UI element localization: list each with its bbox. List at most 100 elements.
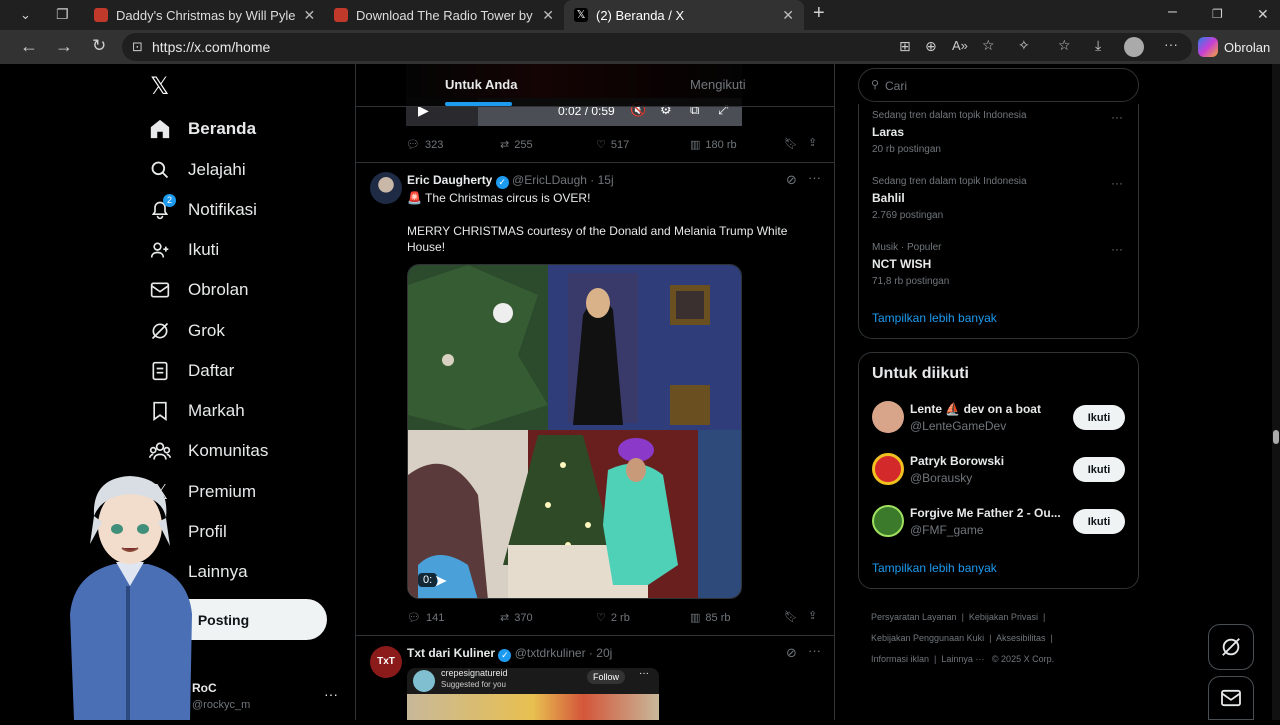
back-icon[interactable]: ← — [20, 37, 38, 55]
tab-for-you[interactable]: Untuk Anda — [445, 77, 517, 92]
x-logo-icon[interactable]: 𝕏 — [150, 75, 169, 99]
show-more-trends-link[interactable]: Tampilkan lebih banyak — [872, 311, 997, 325]
avatar[interactable] — [872, 453, 904, 485]
zoom-icon[interactable]: ⊕ — [925, 38, 937, 55]
tab-daddys-christmas[interactable]: Daddy's Christmas by Will Pyle ✕ — [84, 0, 324, 30]
restore-icon[interactable]: ❐ — [1212, 6, 1223, 22]
address-field[interactable]: ⊡ https://x.com/home ⊞ ⊕ A» ☆ ✧ ☆ ⤓ ··· — [122, 33, 1192, 61]
new-tab-icon[interactable]: + — [813, 3, 825, 23]
more-menu-icon[interactable]: ··· — [1164, 36, 1178, 52]
bookmark-icon[interactable]: 🔖︎ — [784, 610, 798, 623]
read-aloud-icon[interactable]: A» — [952, 38, 968, 53]
avatar[interactable]: TxT — [370, 646, 402, 678]
embed-follow-button[interactable]: Follow — [587, 670, 626, 684]
show-more-follow-link[interactable]: Tampilkan lebih banyak — [872, 561, 997, 575]
tab-radio-tower[interactable]: Download The Radio Tower by Zac ✕ — [324, 0, 564, 30]
footer-link[interactable]: Lainnya ··· — [941, 654, 984, 664]
author-name[interactable]: Eric Daugherty — [407, 173, 492, 187]
tweet-time[interactable]: 20j — [596, 646, 612, 660]
close-tab-icon[interactable]: ✕ — [303, 7, 315, 24]
nav-explore[interactable]: Jelajahi — [148, 154, 246, 186]
author-handle[interactable]: @txtdrkuliner — [515, 646, 586, 660]
avatar[interactable] — [872, 401, 904, 433]
timeline: ▶ 0:02 / 0:59 🔇 ⚙ ⧉ ⤢ Untuk Anda Mengiku… — [355, 64, 835, 720]
author-handle[interactable]: @EricLDaugh — [512, 173, 587, 187]
nav-notifications[interactable]: 2 Notifikasi — [148, 194, 257, 226]
minimize-icon[interactable]: – — [1168, 4, 1177, 20]
grok-fab[interactable] — [1208, 624, 1254, 670]
nav-follow[interactable]: Ikuti — [148, 234, 219, 266]
trend-item[interactable]: Sedang tren dalam topik Indonesia Laras … — [872, 110, 1027, 155]
footer-link[interactable]: Informasi iklan — [871, 654, 929, 664]
favorite-star-icon[interactable]: ☆ — [982, 37, 995, 54]
copilot-button[interactable]: Obrolan — [1198, 34, 1270, 60]
trend-item[interactable]: Musik · Populer NCT WISH 71,8 rb posting… — [872, 242, 949, 287]
trend-more-icon[interactable]: ··· — [1111, 242, 1123, 256]
views-action[interactable]: ▥ 180 rb — [690, 138, 737, 152]
workspaces-icon[interactable]: ❐ — [56, 6, 69, 22]
tab-actions-chevron-icon[interactable]: ⌄ — [20, 7, 31, 23]
follow-suggestion[interactable]: Lente ⛵ dev on a boat @LenteGameDev — [910, 402, 1041, 433]
footer-link[interactable]: Kebijakan Penggunaan Kuki — [871, 633, 984, 643]
profile-avatar-icon[interactable] — [1124, 37, 1144, 57]
tweet-video[interactable]: 0: ➤ — [407, 264, 742, 599]
scrollbar-thumb[interactable] — [1273, 430, 1279, 444]
footer-link[interactable]: Aksesibilitas — [996, 633, 1046, 643]
tab-following[interactable]: Mengikuti — [690, 77, 746, 92]
messages-fab[interactable] — [1208, 676, 1254, 720]
close-window-icon[interactable]: ✕ — [1257, 6, 1269, 22]
follow-button[interactable]: Ikuti — [1073, 509, 1125, 534]
avatar[interactable] — [872, 505, 904, 537]
tab-title: (2) Beranda / X — [596, 7, 685, 23]
extensions-icon[interactable]: ✧ — [1018, 37, 1030, 54]
author-name[interactable]: Txt dari Kuliner — [407, 646, 495, 660]
nav-messages[interactable]: Obrolan — [148, 274, 248, 306]
downloads-icon[interactable]: ⤓ — [1095, 37, 1101, 54]
reload-icon[interactable]: ↻ — [92, 37, 106, 54]
account-switcher[interactable]: RoC @rockyc_m — [192, 681, 250, 711]
trend-more-icon[interactable]: ··· — [1111, 176, 1123, 190]
embedded-post[interactable]: crepesignatureid Suggested for you Follo… — [407, 668, 659, 720]
nav-grok[interactable]: Grok — [148, 315, 225, 347]
more-options-icon[interactable]: ··· — [808, 170, 821, 185]
tab-beranda-x[interactable]: 𝕏 (2) Beranda / X ✕ — [564, 0, 804, 30]
apps-icon[interactable]: ⊞ — [899, 38, 911, 55]
tweet-time[interactable]: 15j — [598, 173, 614, 187]
favorites-icon[interactable]: ☆ — [1058, 37, 1071, 54]
trend-more-icon[interactable]: ··· — [1111, 110, 1123, 124]
avatar[interactable] — [370, 172, 402, 204]
close-tab-icon[interactable]: ✕ — [542, 7, 554, 24]
follow-suggestion[interactable]: Forgive Me Father 2 - Ou... @FMF_game — [910, 506, 1061, 537]
reply-action[interactable]: 💬︎ 141 — [407, 611, 444, 625]
share-icon[interactable]: ⇪ — [808, 136, 817, 149]
nav-communities[interactable]: Komunitas — [148, 435, 268, 467]
repost-action[interactable]: ⇄ 255 — [500, 138, 533, 152]
close-tab-icon[interactable]: ✕ — [782, 7, 794, 24]
nav-lists[interactable]: Daftar — [148, 355, 234, 387]
share-icon[interactable]: ⇪ — [808, 609, 817, 622]
more-options-icon[interactable]: ··· — [808, 643, 821, 658]
nav-bookmarks[interactable]: Markah — [148, 395, 245, 427]
footer-link[interactable]: Persyaratan Layanan — [871, 612, 957, 622]
like-action[interactable]: ♡ 2 rb — [596, 611, 630, 625]
embed-more-icon[interactable]: ··· — [639, 668, 649, 679]
bookmark-icon[interactable]: 🔖︎ — [784, 137, 798, 150]
nav-home[interactable]: Beranda — [148, 113, 256, 145]
account-more-icon[interactable]: ··· — [324, 686, 338, 702]
site-info-icon[interactable]: ⊡ — [132, 39, 143, 55]
like-action[interactable]: ♡ 517 — [596, 138, 629, 152]
suggestion-name: Forgive Me Father 2 - Ou... — [910, 506, 1061, 520]
repost-action[interactable]: ⇄ 370 — [500, 611, 533, 625]
views-action[interactable]: ▥ 85 rb — [690, 611, 730, 625]
page-scrollbar[interactable] — [1272, 64, 1280, 720]
grok-icon[interactable]: ⊘ — [786, 172, 797, 188]
follow-suggestion[interactable]: Patryk Borowski @Borausky — [910, 454, 1004, 485]
follow-button[interactable]: Ikuti — [1073, 457, 1125, 482]
trend-item[interactable]: Sedang tren dalam topik Indonesia Bahlil… — [872, 176, 1027, 221]
grok-icon[interactable]: ⊘ — [786, 645, 797, 661]
footer-link[interactable]: Kebijakan Privasi — [969, 612, 1038, 622]
search-box[interactable]: ⚲ Cari — [858, 68, 1139, 102]
forward-icon[interactable]: → — [55, 37, 73, 55]
reply-action[interactable]: 💬︎ 323 — [406, 138, 443, 152]
follow-button[interactable]: Ikuti — [1073, 405, 1125, 430]
